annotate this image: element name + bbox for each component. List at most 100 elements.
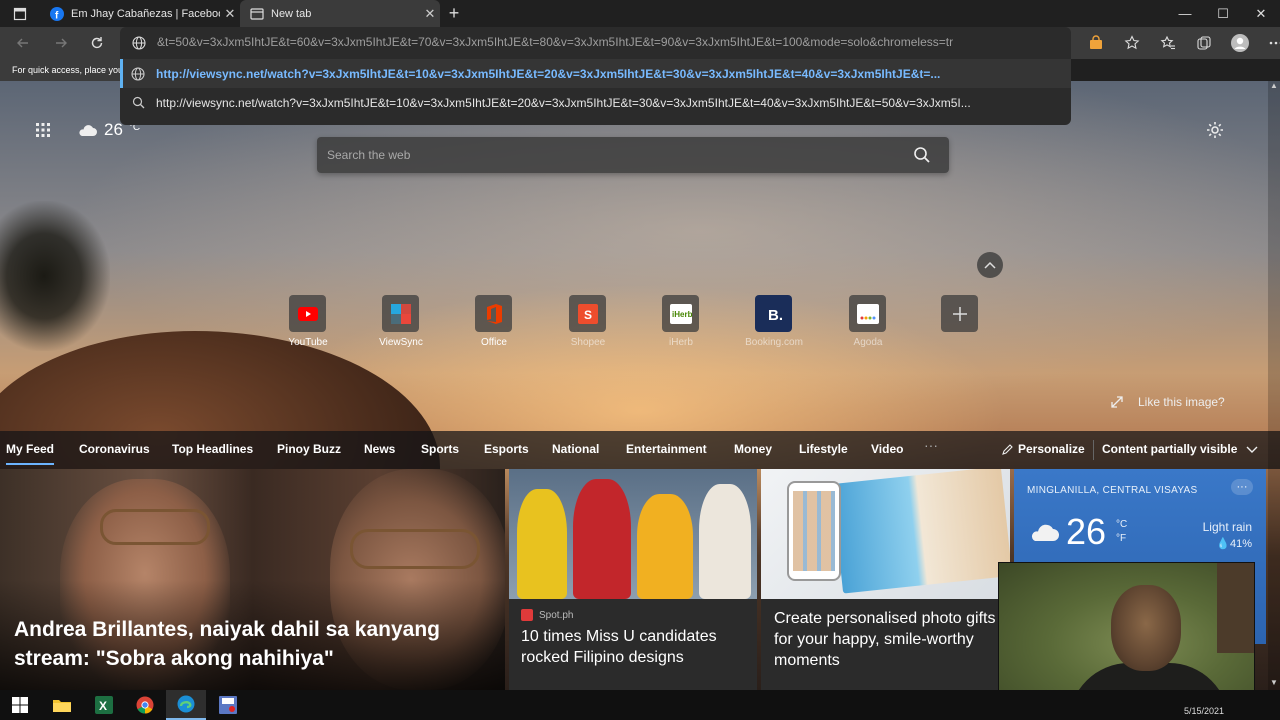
globe-icon [132, 36, 146, 50]
collapse-quick-links-button[interactable] [977, 252, 1003, 278]
quick-link-office[interactable]: Office [454, 295, 534, 351]
tab-facebook[interactable]: f Em Jhay Cabañezas | Facebook ✕ [40, 0, 240, 27]
refresh-button[interactable] [86, 32, 108, 54]
svg-text:S: S [584, 308, 592, 322]
feed-nav-divider [1093, 440, 1094, 460]
feed-tab-entertainment[interactable]: Entertainment [626, 442, 707, 456]
tab-close-button[interactable]: ✕ [420, 6, 440, 22]
taskbar-chrome[interactable] [125, 690, 165, 720]
maximize-button[interactable]: ☐ [1204, 0, 1242, 27]
new-tab-button[interactable]: + [444, 3, 464, 23]
suggestion-item[interactable]: http://viewsync.net/watch?v=3xJxm5IhtJE&… [120, 88, 1071, 117]
excel-icon: X [95, 696, 113, 714]
gown-white [699, 484, 751, 599]
quick-link-booking[interactable]: B. Booking.com [734, 295, 814, 351]
feed-more-button[interactable]: ··· [924, 437, 938, 453]
address-bar[interactable]: &t=50&v=3xJxm5IhtJE&t=60&v=3xJxm5IhtJE&t… [120, 27, 1071, 59]
page-scrollbar[interactable]: ▲ ▼ [1268, 81, 1280, 690]
address-input[interactable]: &t=50&v=3xJxm5IhtJE&t=60&v=3xJxm5IhtJE&t… [157, 35, 1057, 49]
feed-tab-national[interactable]: National [552, 442, 599, 456]
tab-new-tab[interactable]: New tab ✕ [240, 0, 440, 27]
unit-celsius[interactable]: °C [1116, 518, 1127, 532]
viewsync-icon [390, 303, 411, 324]
scroll-up-arrow-icon[interactable]: ▲ [1268, 81, 1280, 93]
favorites-button[interactable] [1157, 33, 1179, 53]
forward-button[interactable] [50, 32, 72, 54]
feed-tab-coronavirus[interactable]: Coronavirus [79, 442, 150, 456]
quick-link-youtube[interactable]: YouTube [268, 295, 348, 351]
like-image-button[interactable]: Like this image? [1110, 395, 1225, 409]
taskbar-file-explorer[interactable] [42, 690, 82, 720]
news-headline[interactable]: Andrea Brillantes, naiyak dahil sa kanya… [14, 615, 484, 673]
weather-location: MINGLANILLA, CENTRAL VISAYAS [1027, 485, 1198, 496]
ad-card-photo-gifts[interactable]: Create personalised photo gifts for your… [761, 469, 1010, 690]
plus-icon [952, 306, 967, 321]
chrome-icon [136, 696, 154, 714]
feed-tab-top-headlines[interactable]: Top Headlines [172, 442, 253, 456]
feed-tab-esports[interactable]: Esports [484, 442, 529, 456]
taskbar-excel[interactable]: X [84, 690, 124, 720]
extension-shopping-button[interactable] [1085, 33, 1107, 53]
quick-link-label: Booking.com [745, 337, 803, 348]
back-button[interactable] [12, 32, 34, 54]
feed-tab-money[interactable]: Money [734, 442, 772, 456]
favorites-star-icon [1160, 35, 1175, 50]
web-search-box[interactable]: Search the web [317, 137, 949, 173]
back-arrow-icon [17, 38, 28, 48]
add-quick-link-button[interactable] [920, 295, 1000, 351]
taskbar-edge[interactable] [166, 690, 206, 720]
search-input[interactable]: Search the web [327, 148, 410, 162]
tab-strip: f Em Jhay Cabañezas | Facebook ✕ New tab… [0, 0, 1280, 27]
ad-headline[interactable]: Create personalised photo gifts for your… [774, 608, 1004, 671]
news-headline[interactable]: 10 times Miss U candidates rocked Filipi… [521, 626, 751, 668]
unit-fahrenheit[interactable]: °F [1116, 532, 1127, 546]
weather-precip-value: 41% [1229, 538, 1252, 550]
favorites-bar-hint: For quick access, place your favorites h… [0, 59, 120, 81]
scroll-down-arrow-icon[interactable]: ▼ [1268, 678, 1280, 690]
gear-icon[interactable] [1205, 120, 1225, 140]
cloud-rain-icon [1031, 524, 1059, 541]
weather-units[interactable]: °C °F [1116, 518, 1127, 546]
quick-link-shopee[interactable]: S Shopee [548, 295, 628, 351]
taskbar-app[interactable] [208, 690, 248, 720]
feed-tab-sports[interactable]: Sports [421, 442, 459, 456]
more-horizontal-icon [1269, 41, 1280, 45]
start-button[interactable] [0, 690, 40, 720]
feed-tab-my-feed[interactable]: My Feed [6, 442, 55, 465]
settings-more-button[interactable] [1265, 33, 1280, 53]
close-window-button[interactable]: ✕ [1242, 0, 1280, 27]
edge-icon [177, 695, 195, 713]
add-favorite-button[interactable] [1121, 33, 1143, 53]
feed-tab-lifestyle[interactable]: Lifestyle [799, 442, 848, 456]
quick-link-agoda[interactable]: Agoda [828, 295, 908, 351]
quick-link-label: ViewSync [379, 337, 423, 348]
content-visibility-dropdown[interactable]: Content partially visible [1102, 442, 1237, 456]
app-launcher-icon[interactable] [34, 121, 52, 139]
iherb-icon: iHerb [669, 303, 692, 324]
window-controls: — ☐ ✕ [1166, 0, 1280, 27]
profile-button[interactable] [1229, 33, 1251, 53]
suggestion-text: http://viewsync.net/watch?v=3xJxm5IhtJE&… [156, 95, 971, 110]
feed-tab-news[interactable]: News [364, 442, 395, 456]
news-card-main[interactable]: Andrea Brillantes, naiyak dahil sa kanya… [0, 469, 505, 690]
news-card-miss-u[interactable]: Spot.ph 10 times Miss U candidates rocke… [509, 469, 757, 690]
weather-card-menu-button[interactable]: ··· [1231, 479, 1253, 495]
chevron-down-icon[interactable] [1245, 442, 1259, 456]
search-icon [132, 96, 144, 109]
quick-link-viewsync[interactable]: ViewSync [361, 295, 441, 351]
quick-link-label: Agoda [853, 337, 883, 348]
gown-gold [637, 494, 693, 599]
suggestion-item[interactable]: http://viewsync.net/watch?v=3xJxm5IhtJE&… [120, 59, 1071, 88]
weather-temp: 26 [1066, 511, 1107, 552]
minimize-button[interactable]: — [1166, 0, 1204, 27]
feed-tab-video[interactable]: Video [871, 442, 903, 456]
search-icon[interactable] [913, 146, 931, 164]
tab-close-button[interactable]: ✕ [220, 6, 240, 22]
feed-tab-pinoy-buzz[interactable]: Pinoy Buzz [277, 442, 341, 456]
collections-icon [1197, 36, 1211, 50]
background-tree [0, 201, 110, 351]
quick-link-iherb[interactable]: iHerb iHerb [641, 295, 721, 351]
personalize-button[interactable]: Personalize [1002, 442, 1085, 456]
tab-actions-button[interactable] [6, 4, 34, 24]
collections-button[interactable] [1193, 33, 1215, 53]
